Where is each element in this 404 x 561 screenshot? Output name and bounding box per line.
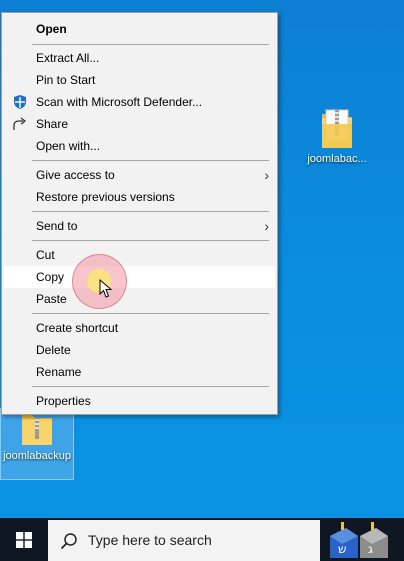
share-icon [13,117,27,130]
zip-folder-icon [22,415,52,445]
menu-item-restore-previous-versions[interactable]: Restore previous versions [4,186,275,208]
menu-item-label: Open with... [36,139,101,153]
desktop-icon-joomlabackup-zip[interactable]: joomlabac... [300,106,374,166]
mouse-cursor-icon [99,279,113,298]
svg-text:ג: ג [368,542,373,556]
menu-item-cut[interactable]: Cut [4,244,275,266]
menu-item-send-to[interactable]: Send to › [4,215,275,237]
menu-item-properties[interactable]: Properties [4,390,275,412]
menu-item-create-shortcut[interactable]: Create shortcut [4,317,275,339]
menu-item-extract-all[interactable]: Extract All... [4,47,275,69]
menu-separator [32,211,269,212]
menu-item-open[interactable]: Open [4,18,275,40]
search-icon [60,533,77,550]
desktop-icon-label: joomlabac... [307,153,367,165]
menu-item-pin-to-start[interactable]: Pin to Start [4,69,275,91]
menu-item-label: Send to [36,219,78,233]
menu-item-label: Scan with Microsoft Defender... [36,95,203,109]
menu-separator [32,386,269,387]
desktop-icon-joomlabackup-selected[interactable]: joomlabackup [0,408,74,480]
menu-item-label: Extract All... [36,51,100,65]
menu-item-label: Properties [36,394,91,408]
menu-item-scan-defender[interactable]: Scan with Microsoft Defender... [4,91,275,113]
menu-item-share[interactable]: Share [4,113,275,135]
menu-item-delete[interactable]: Delete [4,339,275,361]
menu-separator [32,44,269,45]
menu-item-copy[interactable]: Copy [4,266,275,288]
search-placeholder: Type here to search [88,532,212,548]
menu-item-label: Create shortcut [36,321,119,335]
menu-separator [32,240,269,241]
zip-folder-icon [322,109,352,148]
context-menu: Open Extract All... Pin to Start Scan wi… [1,12,278,415]
menu-separator [32,313,269,314]
menu-item-label: Cut [36,248,55,262]
start-button[interactable] [0,518,48,561]
menu-item-label: Restore previous versions [36,190,175,204]
menu-item-label: Give access to [36,168,115,182]
menu-item-label: Share [36,117,69,131]
desktop-icon-label: joomlabackup [3,450,71,462]
menu-item-open-with[interactable]: Open with... [4,135,275,157]
taskbar: Type here to search ש ג [0,518,404,561]
menu-item-label: Copy [36,270,65,284]
menu-item-paste[interactable]: Paste [4,288,275,310]
defender-shield-icon [14,95,26,109]
menu-separator [32,160,269,161]
menu-item-label: Open [36,22,67,36]
search-highlight-art-icon: ש ג [330,522,388,558]
taskbar-search-box[interactable]: Type here to search [48,520,320,561]
menu-item-label: Paste [36,292,67,306]
svg-text:ש: ש [338,542,347,556]
chevron-right-icon: › [264,167,269,183]
menu-item-label: Pin to Start [36,73,96,87]
menu-item-label: Rename [36,365,82,379]
windows-logo-icon [16,532,32,548]
chevron-right-icon: › [264,218,269,234]
menu-item-label: Delete [36,343,71,357]
menu-item-give-access-to[interactable]: Give access to › [4,164,275,186]
menu-item-rename[interactable]: Rename [4,361,275,383]
